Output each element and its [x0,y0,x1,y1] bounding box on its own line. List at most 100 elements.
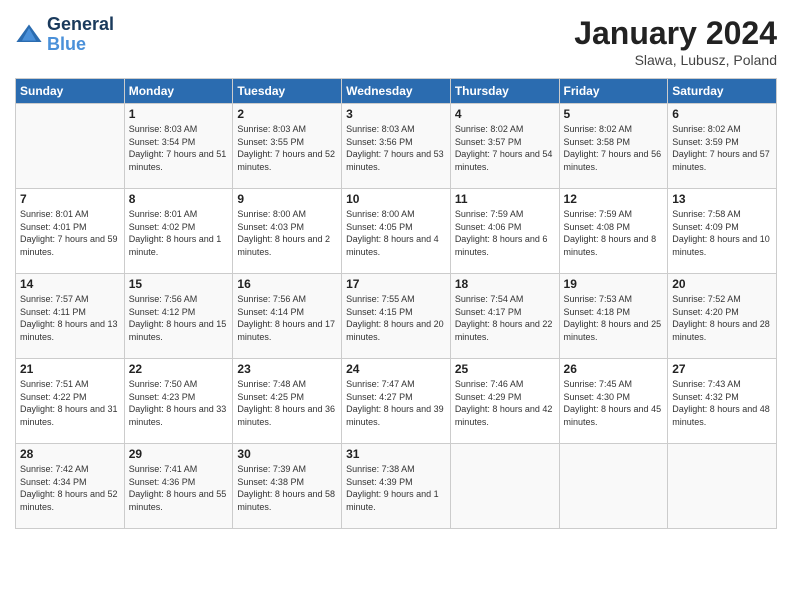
day-cell: 26Sunrise: 7:45 AMSunset: 4:30 PMDayligh… [559,359,668,444]
day-info: Sunrise: 8:02 AMSunset: 3:57 PMDaylight:… [455,123,555,173]
day-detail: Sunset: 3:57 PM [455,136,555,149]
day-info: Sunrise: 7:51 AMSunset: 4:22 PMDaylight:… [20,378,120,428]
day-detail: Sunrise: 7:38 AM [346,463,446,476]
calendar-header: SundayMondayTuesdayWednesdayThursdayFrid… [16,79,777,104]
day-detail: Sunrise: 7:42 AM [20,463,120,476]
day-number: 14 [20,277,120,291]
day-number: 1 [129,107,229,121]
header-cell-wednesday: Wednesday [342,79,451,104]
day-detail: Daylight: 8 hours and 33 minutes. [129,403,229,428]
day-cell: 30Sunrise: 7:39 AMSunset: 4:38 PMDayligh… [233,444,342,529]
day-info: Sunrise: 7:58 AMSunset: 4:09 PMDaylight:… [672,208,772,258]
day-info: Sunrise: 7:46 AMSunset: 4:29 PMDaylight:… [455,378,555,428]
day-detail: Daylight: 8 hours and 25 minutes. [564,318,664,343]
day-cell: 3Sunrise: 8:03 AMSunset: 3:56 PMDaylight… [342,104,451,189]
day-detail: Sunrise: 8:03 AM [129,123,229,136]
day-detail: Daylight: 8 hours and 20 minutes. [346,318,446,343]
day-detail: Sunset: 3:55 PM [237,136,337,149]
day-number: 19 [564,277,664,291]
day-number: 13 [672,192,772,206]
day-cell [559,444,668,529]
week-row-1: 1Sunrise: 8:03 AMSunset: 3:54 PMDaylight… [16,104,777,189]
day-cell: 11Sunrise: 7:59 AMSunset: 4:06 PMDayligh… [450,189,559,274]
day-info: Sunrise: 7:38 AMSunset: 4:39 PMDaylight:… [346,463,446,513]
day-number: 12 [564,192,664,206]
day-cell: 1Sunrise: 8:03 AMSunset: 3:54 PMDaylight… [124,104,233,189]
day-number: 8 [129,192,229,206]
day-detail: Sunrise: 7:53 AM [564,293,664,306]
day-cell: 25Sunrise: 7:46 AMSunset: 4:29 PMDayligh… [450,359,559,444]
day-number: 3 [346,107,446,121]
day-detail: Sunrise: 7:57 AM [20,293,120,306]
day-detail: Sunrise: 7:47 AM [346,378,446,391]
day-cell: 16 Sunrise: 7:56 AMSunset: 4:14 PMDayligh… [233,274,342,359]
day-number: 31 [346,447,446,461]
logo-text: General Blue [47,15,114,55]
day-number: 26 [564,362,664,376]
page-container: General Blue January 2024 Slawa, Lubusz,… [0,0,792,539]
day-info: Sunrise: 7:47 AMSunset: 4:27 PMDaylight:… [346,378,446,428]
day-detail: Daylight: 8 hours and 6 minutes. [455,233,555,258]
day-detail: Sunset: 3:56 PM [346,136,446,149]
day-info: Sunrise: 8:01 AMSunset: 4:02 PMDaylight:… [129,208,229,258]
day-detail: Sunrise: 8:00 AM [346,208,446,221]
day-cell: 14Sunrise: 7:57 AMSunset: 4:11 PMDayligh… [16,274,125,359]
day-detail: Daylight: 8 hours and 36 minutes. [237,403,337,428]
day-cell: 27Sunrise: 7:43 AMSunset: 4:32 PMDayligh… [668,359,777,444]
day-detail: Sunrise: 7:58 AM [672,208,772,221]
day-detail: Sunrise: 8:01 AM [20,208,120,221]
logo-line1: General [47,15,114,35]
day-number: 20 [672,277,772,291]
day-detail: Daylight: 7 hours and 52 minutes. [237,148,337,173]
day-number: 30 [237,447,337,461]
day-detail: Daylight: 8 hours and 42 minutes. [455,403,555,428]
day-detail: Sunrise: 8:03 AM [237,123,337,136]
day-detail: Daylight: 7 hours and 51 minutes. [129,148,229,173]
day-info: Sunrise: 7:41 AMSunset: 4:36 PMDaylight:… [129,463,229,513]
day-number: 15 [129,277,229,291]
day-number: 16 [237,277,337,291]
header-cell-saturday: Saturday [668,79,777,104]
day-detail: Sunset: 4:22 PM [20,391,120,404]
day-number: 6 [672,107,772,121]
day-detail: Sunrise: 7:59 AM [455,208,555,221]
header-cell-tuesday: Tuesday [233,79,342,104]
day-detail: Daylight: 8 hours and 13 minutes. [20,318,120,343]
day-cell: 28 Sunrise: 7:42 AMSunset: 4:34 PMDayligh… [16,444,125,529]
day-detail: Sunset: 4:27 PM [346,391,446,404]
week-row-4: 21Sunrise: 7:51 AMSunset: 4:22 PMDayligh… [16,359,777,444]
day-cell [668,444,777,529]
day-cell: 9Sunrise: 8:00 AMSunset: 4:03 PMDaylight… [233,189,342,274]
day-detail: Sunset: 4:36 PM [129,476,229,489]
header-cell-sunday: Sunday [16,79,125,104]
header-row: SundayMondayTuesdayWednesdayThursdayFrid… [16,79,777,104]
day-detail: Sunset: 4:06 PM [455,221,555,234]
day-cell [450,444,559,529]
day-number: 4 [455,107,555,121]
week-row-3: 14Sunrise: 7:57 AMSunset: 4:11 PMDayligh… [16,274,777,359]
logo-line2: Blue [47,35,114,55]
calendar-table: SundayMondayTuesdayWednesdayThursdayFrid… [15,78,777,529]
day-detail: Sunset: 4:34 PM [20,476,120,489]
day-detail: Sunrise: 7:54 AM [455,293,555,306]
day-cell: 10Sunrise: 8:00 AMSunset: 4:05 PMDayligh… [342,189,451,274]
day-number: 24 [346,362,446,376]
day-detail: Daylight: 8 hours and 52 minutes. [20,488,120,513]
day-info: Sunrise: 7:50 AMSunset: 4:23 PMDaylight:… [129,378,229,428]
day-info: Sunrise: 7:56 AMSunset: 4:14 PMDaylight:… [237,293,337,343]
day-detail: Sunset: 4:39 PM [346,476,446,489]
day-detail: Sunset: 4:20 PM [672,306,772,319]
day-info: Sunrise: 7:52 AMSunset: 4:20 PMDaylight:… [672,293,772,343]
day-detail: Sunrise: 7:45 AM [564,378,664,391]
day-detail: Sunrise: 7:56 AM [237,293,337,306]
day-detail: Sunrise: 8:03 AM [346,123,446,136]
day-detail: Daylight: 7 hours and 57 minutes. [672,148,772,173]
day-detail: Sunrise: 8:02 AM [564,123,664,136]
calendar-body: 1Sunrise: 8:03 AMSunset: 3:54 PMDaylight… [16,104,777,529]
day-detail: Sunset: 4:23 PM [129,391,229,404]
day-info: Sunrise: 8:03 AMSunset: 3:55 PMDaylight:… [237,123,337,173]
day-detail: Daylight: 8 hours and 15 minutes. [129,318,229,343]
day-info: Sunrise: 7:43 AMSunset: 4:32 PMDaylight:… [672,378,772,428]
day-cell: 23Sunrise: 7:48 AMSunset: 4:25 PMDayligh… [233,359,342,444]
day-number: 28 [20,447,120,461]
